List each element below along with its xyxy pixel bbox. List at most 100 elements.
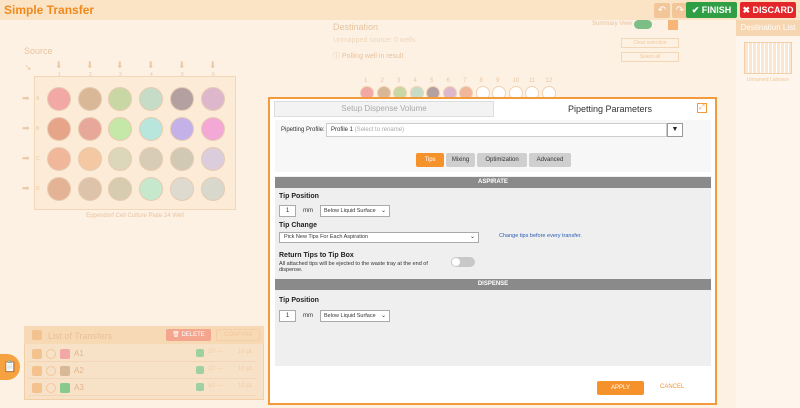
transfer-unit: 10 µL <box>238 366 254 372</box>
info-icon[interactable] <box>46 366 56 376</box>
source-well-D2[interactable] <box>78 177 102 201</box>
destination-label: Destination <box>333 22 379 32</box>
row-letter: C <box>36 156 40 162</box>
dispense-header: DISPENSE <box>275 279 711 290</box>
tab-mixing[interactable]: Mixing <box>446 153 475 167</box>
destination-column-number: 7 <box>463 78 467 84</box>
aspirate-reference-value: Below Liquid Surface <box>324 208 376 214</box>
tip-change-select[interactable]: Pick New Tips For Each Aspiration ⌄ <box>279 232 479 243</box>
source-well-C1[interactable] <box>47 147 71 171</box>
apply-button[interactable]: APPLY <box>597 381 644 395</box>
column-select-arrow-icon[interactable]: ⬇ <box>147 60 155 71</box>
select-all-checkbox[interactable] <box>32 330 42 340</box>
confirm-button[interactable]: CONFIRM <box>216 329 260 341</box>
select-all-button[interactable]: Select all <box>621 52 679 62</box>
polling-info: ⓘ Polling well in result <box>333 51 403 61</box>
source-well-C5[interactable] <box>170 147 194 171</box>
source-well-B1[interactable] <box>47 117 71 141</box>
aspirate-tip-position-input[interactable]: 1 <box>279 205 296 217</box>
row-select-arrow-icon[interactable]: ➡ <box>22 153 30 164</box>
destination-column-number: 11 <box>529 78 536 84</box>
tab-advanced[interactable]: Advanced <box>529 153 571 167</box>
aspirate-reference-select[interactable]: Below Liquid Surface ⌄ <box>320 205 390 217</box>
transfer-name: A2 <box>74 366 84 375</box>
source-well-B6[interactable] <box>201 117 225 141</box>
source-well-A4[interactable] <box>139 87 163 111</box>
summary-settings-icon[interactable] <box>668 20 678 30</box>
delete-button[interactable]: 🗑 DELETE <box>166 329 211 341</box>
pipetting-profile-label: Pipetting Profile: <box>281 127 325 133</box>
row-select-arrow-icon[interactable]: ➡ <box>22 123 30 134</box>
source-well-A2[interactable] <box>78 87 102 111</box>
tab-optimization[interactable]: Optimization <box>477 153 527 167</box>
destination-column-number: 8 <box>479 78 483 84</box>
source-well-D6[interactable] <box>201 177 225 201</box>
transfer-checkbox[interactable] <box>32 383 42 393</box>
destination-labware-thumbnail[interactable] <box>744 42 792 74</box>
source-well-B3[interactable] <box>108 117 132 141</box>
source-well-B2[interactable] <box>78 117 102 141</box>
modal-title: Pipetting Parameters <box>568 104 653 114</box>
source-well-B4[interactable] <box>139 117 163 141</box>
chevron-down-icon: ⌄ <box>469 234 475 240</box>
profile-dropdown-icon[interactable]: ▼ <box>667 123 683 137</box>
source-well-C4[interactable] <box>139 147 163 171</box>
row-letter: B <box>36 126 40 132</box>
discard-button[interactable]: ✖ DISCARD <box>740 2 796 18</box>
source-well-D3[interactable] <box>108 177 132 201</box>
source-well-D4[interactable] <box>139 177 163 201</box>
source-well-D1[interactable] <box>47 177 71 201</box>
check-icon: ✔ <box>691 5 700 15</box>
transfer-row[interactable]: A3 10 — 10 µL <box>28 380 256 396</box>
select-all-wells-icon[interactable]: ↘ <box>24 62 32 73</box>
column-select-arrow-icon[interactable]: ⬇ <box>178 60 186 71</box>
clear-selection-button[interactable]: Clear selection <box>621 38 679 48</box>
app-title: Simple Transfer <box>4 3 95 17</box>
dispense-tip-position-label: Tip Position <box>279 297 319 304</box>
tab-tips[interactable]: Tips <box>416 153 444 167</box>
destination-column-number: 10 <box>512 78 520 84</box>
expand-icon[interactable]: ⤢ <box>697 103 707 113</box>
source-well-D5[interactable] <box>170 177 194 201</box>
row-select-arrow-icon[interactable]: ➡ <box>22 183 30 194</box>
transfer-checkbox[interactable] <box>32 349 42 359</box>
undo-icon[interactable]: ↶ <box>654 3 670 18</box>
pipetting-profile-input[interactable]: Profile 1 (Select to rename) <box>326 123 667 137</box>
setup-dispense-volume-tab[interactable]: Setup Dispense Volume <box>274 101 494 117</box>
source-well-B5[interactable] <box>170 117 194 141</box>
tip-change-note: Change tips before every transfer. <box>499 233 582 239</box>
return-tips-toggle[interactable] <box>451 257 475 267</box>
summary-view-toggle[interactable] <box>634 20 652 29</box>
transfer-row[interactable]: A1 10 — 10 µL <box>28 346 256 362</box>
summary-view-label: Summary View <box>592 21 633 27</box>
column-select-arrow-icon[interactable]: ⬇ <box>209 60 217 71</box>
transfer-name: A1 <box>74 349 84 358</box>
transfer-row[interactable]: A2 10 — 10 µL <box>28 363 256 379</box>
column-select-arrow-icon[interactable]: ⬇ <box>86 60 94 71</box>
transfer-checkbox[interactable] <box>32 366 42 376</box>
info-icon[interactable] <box>46 383 56 393</box>
polling-text: Polling well in result <box>341 53 404 60</box>
column-select-arrow-icon[interactable]: ⬇ <box>116 60 124 71</box>
volume-tag-icon <box>196 366 204 374</box>
source-well-C6[interactable] <box>201 147 225 171</box>
source-well-A6[interactable] <box>201 87 225 111</box>
info-icon[interactable] <box>46 349 56 359</box>
source-well-A5[interactable] <box>170 87 194 111</box>
clipboard-icon[interactable]: 📋 <box>0 354 20 380</box>
transfer-volume: 10 — <box>208 349 223 355</box>
source-well-C2[interactable] <box>78 147 102 171</box>
cancel-button[interactable]: CANCEL <box>660 384 684 390</box>
destination-column-number: 1 <box>364 78 368 84</box>
row-select-arrow-icon[interactable]: ➡ <box>22 93 30 104</box>
source-well-A1[interactable] <box>47 87 71 111</box>
finish-button[interactable]: ✔ FINISH <box>686 2 737 18</box>
dispense-reference-select[interactable]: Below Liquid Surface ⌄ <box>320 310 390 322</box>
toggle-knob <box>452 258 460 266</box>
source-well-C3[interactable] <box>108 147 132 171</box>
dispense-tip-position-input[interactable]: 1 <box>279 310 296 322</box>
column-select-arrow-icon[interactable]: ⬇ <box>55 60 63 71</box>
source-well-A3[interactable] <box>108 87 132 111</box>
transfer-volume: 10 — <box>208 366 223 372</box>
close-icon: ✖ <box>742 5 750 15</box>
